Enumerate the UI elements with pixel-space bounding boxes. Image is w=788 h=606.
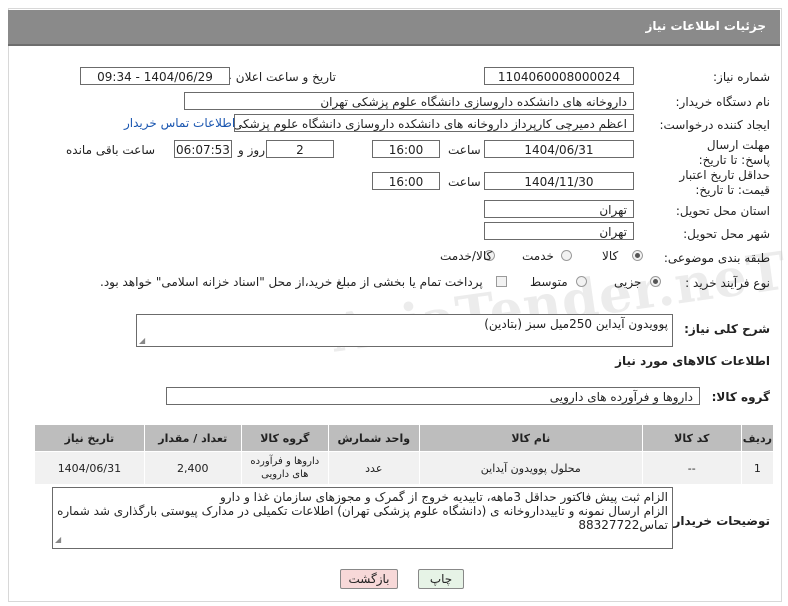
cell-code: -- bbox=[641, 451, 742, 485]
creator-label: ایجاد کننده درخواست: bbox=[659, 118, 770, 132]
announce-field: 1404/06/29 - 09:34 bbox=[80, 67, 230, 85]
days-count-field: 2 bbox=[266, 140, 334, 158]
remaining-label: ساعت باقی مانده bbox=[66, 143, 156, 157]
province-label: استان محل تحویل: bbox=[675, 204, 770, 218]
reply-time-label: ساعت bbox=[448, 143, 481, 157]
process-option-medium: متوسط bbox=[530, 275, 568, 289]
price-valid-time-field: 16:00 bbox=[372, 172, 440, 190]
buyer-notes-label: توضیحات خریدار: bbox=[668, 514, 770, 528]
need-number-label: شماره نیاز: bbox=[713, 70, 770, 84]
treasury-checkbox[interactable] bbox=[496, 276, 507, 287]
city-field: تهران bbox=[484, 222, 634, 240]
col-group: گروه کالا bbox=[240, 424, 329, 452]
cell-row: 1 bbox=[740, 451, 775, 485]
process-label: نوع فرآیند خرید : bbox=[685, 276, 770, 290]
buyer-org-field: داروخانه های دانشکده داروسازی دانشگاه عل… bbox=[184, 92, 634, 110]
buyer-notes-field: الزام ثبت پیش فاکتور حداقل 3ماهه، تاییدی… bbox=[52, 487, 673, 549]
category-option-service: خدمت bbox=[522, 249, 554, 263]
cell-qty: 2,400 bbox=[143, 451, 242, 485]
process-radio-medium[interactable] bbox=[576, 276, 587, 287]
payment-note: پرداخت تمام یا بخشی از مبلغ خرید،از محل … bbox=[100, 275, 483, 289]
cell-unit: عدد bbox=[327, 451, 420, 485]
page-header: جزئیات اطلاعات نیاز bbox=[8, 10, 780, 46]
city-label: شهر محل تحویل: bbox=[683, 227, 770, 241]
buyer-notes-line-3: تماس88327722 bbox=[578, 518, 668, 532]
category-option-goods: کالا bbox=[602, 249, 619, 263]
province-field: تهران bbox=[484, 200, 634, 218]
price-valid-time-label: ساعت bbox=[448, 175, 481, 189]
category-radio-service[interactable] bbox=[561, 250, 572, 261]
col-code: کد کالا bbox=[641, 424, 742, 452]
col-unit: واحد شمارش bbox=[327, 424, 420, 452]
category-label: طبقه بندی موضوعی: bbox=[663, 251, 770, 265]
days-label: روز و bbox=[238, 143, 265, 157]
buyer-org-label: نام دستگاه خریدار: bbox=[675, 95, 771, 109]
goods-group-label: گروه کالا: bbox=[711, 390, 770, 404]
reply-time-field: 16:00 bbox=[372, 140, 440, 158]
category-option-goods-service: کالا/خدمت bbox=[440, 249, 493, 263]
description-text: پوویدون آیداین 250میل سبز (بتادین) bbox=[484, 317, 668, 331]
reply-deadline-label: مهلت ارسال پاسخ: تا تاریخ: bbox=[698, 138, 770, 167]
col-row: ردیف bbox=[740, 424, 775, 452]
description-field: پوویدون آیداین 250میل سبز (بتادین) ◢ bbox=[136, 314, 673, 347]
col-name: نام کالا bbox=[418, 424, 643, 452]
cell-name: محلول پوویدون آیداین bbox=[418, 451, 643, 485]
table-row: 1 -- محلول پوویدون آیداین عدد داروها و ف… bbox=[34, 451, 775, 485]
need-number-field: 1104060008000024 bbox=[484, 67, 634, 85]
description-label: شرح کلی نیاز: bbox=[684, 322, 770, 336]
resize-grip-icon[interactable]: ◢ bbox=[139, 336, 145, 345]
contact-info-link[interactable]: اطلاعات تماس خریدار bbox=[124, 116, 235, 130]
col-qty: تعداد / مقدار bbox=[143, 424, 242, 452]
buyer-notes-line-2: الزام ارسال نمونه و تاییدداروخانه ی (دان… bbox=[57, 504, 668, 518]
goods-group-field: داروها و فرآورده های دارویی bbox=[166, 387, 700, 405]
process-radio-minor[interactable] bbox=[650, 276, 661, 287]
category-radio-goods[interactable] bbox=[632, 250, 643, 261]
table-header-row: ردیف کد کالا نام کالا واحد شمارش گروه کا… bbox=[34, 424, 775, 452]
col-date: تاریخ نیاز bbox=[34, 424, 145, 452]
process-option-minor: جزیی bbox=[614, 275, 642, 289]
reply-date-field: 1404/06/31 bbox=[484, 140, 634, 158]
print-button[interactable]: چاپ bbox=[418, 569, 464, 589]
remaining-time-field: 06:07:53 bbox=[174, 140, 232, 158]
goods-section-title: اطلاعات کالاهای مورد نیاز bbox=[615, 354, 770, 368]
resize-grip-icon[interactable]: ◢ bbox=[55, 533, 61, 547]
back-button[interactable]: بازگشت bbox=[340, 569, 398, 589]
goods-table: ردیف کد کالا نام کالا واحد شمارش گروه کا… bbox=[34, 424, 775, 485]
creator-field: اعظم دمیرچی کارپرداز داروخانه های دانشکد… bbox=[234, 114, 634, 132]
price-valid-date-field: 1404/11/30 bbox=[484, 172, 634, 190]
cell-group: داروها و فرآورده های دارویی bbox=[240, 451, 329, 485]
buyer-notes-line-1: الزام ثبت پیش فاکتور حداقل 3ماهه، تاییدی… bbox=[219, 490, 668, 504]
page-title: جزئیات اطلاعات نیاز bbox=[645, 19, 766, 33]
price-valid-label: حداقل تاریخ اعتبار قیمت: تا تاریخ: bbox=[679, 168, 770, 197]
cell-date: 1404/06/31 bbox=[34, 451, 145, 485]
